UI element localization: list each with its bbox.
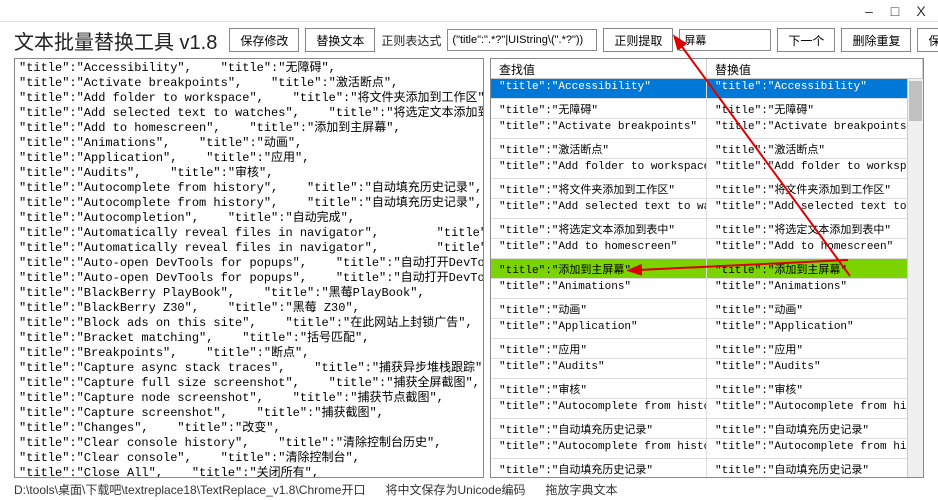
col-find-header[interactable]: 查找值 — [491, 59, 707, 78]
cell-replace[interactable]: "title":"Autocomplete from history" — [707, 439, 923, 458]
cell-find[interactable]: "title":"无障碍" — [491, 99, 707, 118]
grid-body[interactable]: "title":"Accessibility""title":"Accessib… — [491, 79, 923, 477]
table-row[interactable]: "title":"Add folder to workspace""title"… — [491, 159, 923, 179]
cell-replace[interactable]: "title":"动画" — [707, 299, 923, 318]
cell-replace[interactable]: "title":"将选定文本添加到表中" — [707, 219, 923, 238]
remove-duplicates-button[interactable]: 删除重复 — [841, 28, 911, 52]
table-row[interactable]: "title":"Audits""title":"Audits" — [491, 359, 923, 379]
cell-find[interactable]: "title":"Add folder to workspace" — [491, 159, 707, 178]
close-button[interactable]: X — [908, 2, 934, 20]
table-row[interactable]: "title":"激活断点""title":"激活断点" — [491, 139, 923, 159]
cell-replace[interactable]: "title":"应用" — [707, 339, 923, 358]
cell-find[interactable]: "title":"将文件夹添加到工作区" — [491, 179, 707, 198]
cell-find[interactable]: "title":"将选定文本添加到表中" — [491, 219, 707, 238]
cell-find[interactable]: "title":"Add selected text to watches" — [491, 199, 707, 218]
save-dictionary-button[interactable]: 保存字典 — [917, 28, 938, 52]
replace-text-button[interactable]: 替换文本 — [305, 28, 375, 52]
cell-replace[interactable]: "title":"激活断点" — [707, 139, 923, 158]
table-row[interactable]: "title":"Add selected text to watches""t… — [491, 199, 923, 219]
cell-find[interactable]: "title":"Animations" — [491, 279, 707, 298]
cell-replace[interactable]: "title":"自动填充历史记录" — [707, 419, 923, 438]
table-row[interactable]: "title":"将选定文本添加到表中""title":"将选定文本添加到表中" — [491, 219, 923, 239]
cell-find[interactable]: "title":"自动填充历史记录" — [491, 419, 707, 438]
table-row[interactable]: "title":"Autocomplete from history""titl… — [491, 399, 923, 419]
cell-find[interactable]: "title":"激活断点" — [491, 139, 707, 158]
cell-find[interactable]: "title":"Add to homescreen" — [491, 239, 707, 258]
scrollbar-thumb[interactable] — [909, 81, 922, 121]
regex-input[interactable] — [447, 29, 597, 51]
cell-replace[interactable]: "title":"Add selected text to watches" — [707, 199, 923, 218]
minimize-button[interactable]: – — [856, 2, 882, 20]
cell-find[interactable]: "title":"自动填充历史记录" — [491, 459, 707, 477]
table-row[interactable]: "title":"应用""title":"应用" — [491, 339, 923, 359]
status-drag-hint: 拖放字典文本 — [546, 481, 618, 498]
next-button[interactable]: 下一个 — [777, 28, 835, 52]
regex-extract-button[interactable]: 正则提取 — [603, 28, 673, 52]
table-row[interactable]: "title":"自动填充历史记录""title":"自动填充历史记录" — [491, 419, 923, 439]
cell-find[interactable]: "title":"动画" — [491, 299, 707, 318]
cell-replace[interactable]: "title":"Accessibility" — [707, 79, 923, 98]
status-encoding: 将中文保存为Unicode编码 — [385, 481, 525, 498]
table-row[interactable]: "title":"添加到主屏幕""title":"添加到主屏幕" — [491, 259, 923, 279]
cell-replace[interactable]: "title":"添加到主屏幕" — [707, 259, 923, 278]
table-row[interactable]: "title":"Activate breakpoints""title":"A… — [491, 119, 923, 139]
cell-find[interactable]: "title":"Activate breakpoints" — [491, 119, 707, 138]
cell-replace[interactable]: "title":"无障碍" — [707, 99, 923, 118]
table-row[interactable]: "title":"Application""title":"Applicatio… — [491, 319, 923, 339]
cell-replace[interactable]: "title":"将文件夹添加到工作区" — [707, 179, 923, 198]
content-area: "title":"Accessibility", "title":"无障碍", … — [0, 58, 938, 478]
cell-find[interactable]: "title":"Accessibility" — [491, 79, 707, 98]
col-replace-header[interactable]: 替换值 — [707, 59, 923, 78]
regex-label: 正则表达式 — [381, 32, 441, 49]
table-row[interactable]: "title":"Add to homescreen""title":"Add … — [491, 239, 923, 259]
table-row[interactable]: "title":"Accessibility""title":"Accessib… — [491, 79, 923, 99]
cell-replace[interactable]: "title":"Autocomplete from history" — [707, 399, 923, 418]
table-row[interactable]: "title":"将文件夹添加到工作区""title":"将文件夹添加到工作区" — [491, 179, 923, 199]
search-input[interactable] — [679, 29, 771, 51]
source-text-pane[interactable]: "title":"Accessibility", "title":"无障碍", … — [14, 58, 484, 478]
window-titlebar: – □ X — [0, 0, 938, 22]
cell-replace[interactable]: "title":"Add folder to workspace" — [707, 159, 923, 178]
table-row[interactable]: "title":"Autocomplete from history""titl… — [491, 439, 923, 459]
status-path: D:\tools\桌面\下载吧\textreplace18\TextReplac… — [14, 481, 365, 498]
grid-header: 查找值 替换值 — [491, 59, 923, 79]
cell-find[interactable]: "title":"Audits" — [491, 359, 707, 378]
results-grid: 查找值 替换值 "title":"Accessibility""title":"… — [490, 58, 924, 478]
cell-find[interactable]: "title":"审核" — [491, 379, 707, 398]
cell-replace[interactable]: "title":"Activate breakpoints" — [707, 119, 923, 138]
cell-replace[interactable]: "title":"审核" — [707, 379, 923, 398]
table-row[interactable]: "title":"动画""title":"动画" — [491, 299, 923, 319]
app-title: 文本批量替换工具 v1.8 — [14, 26, 217, 55]
cell-find[interactable]: "title":"应用" — [491, 339, 707, 358]
cell-replace[interactable]: "title":"Animations" — [707, 279, 923, 298]
maximize-button[interactable]: □ — [882, 2, 908, 20]
status-bar: D:\tools\桌面\下载吧\textreplace18\TextReplac… — [0, 478, 938, 500]
table-row[interactable]: "title":"审核""title":"审核" — [491, 379, 923, 399]
cell-find[interactable]: "title":"Autocomplete from history" — [491, 399, 707, 418]
cell-find[interactable]: "title":"Autocomplete from history" — [491, 439, 707, 458]
table-row[interactable]: "title":"自动填充历史记录""title":"自动填充历史记录" — [491, 459, 923, 477]
vertical-scrollbar[interactable] — [907, 79, 923, 477]
cell-replace[interactable]: "title":"自动填充历史记录" — [707, 459, 923, 477]
cell-find[interactable]: "title":"添加到主屏幕" — [491, 259, 707, 278]
cell-replace[interactable]: "title":"Audits" — [707, 359, 923, 378]
table-row[interactable]: "title":"Animations""title":"Animations" — [491, 279, 923, 299]
cell-find[interactable]: "title":"Application" — [491, 319, 707, 338]
toolbar: 文本批量替换工具 v1.8 保存修改 替换文本 正则表达式 正则提取 下一个 删… — [0, 22, 938, 58]
table-row[interactable]: "title":"无障碍""title":"无障碍" — [491, 99, 923, 119]
cell-replace[interactable]: "title":"Add to homescreen" — [707, 239, 923, 258]
save-changes-button[interactable]: 保存修改 — [229, 28, 299, 52]
cell-replace[interactable]: "title":"Application" — [707, 319, 923, 338]
